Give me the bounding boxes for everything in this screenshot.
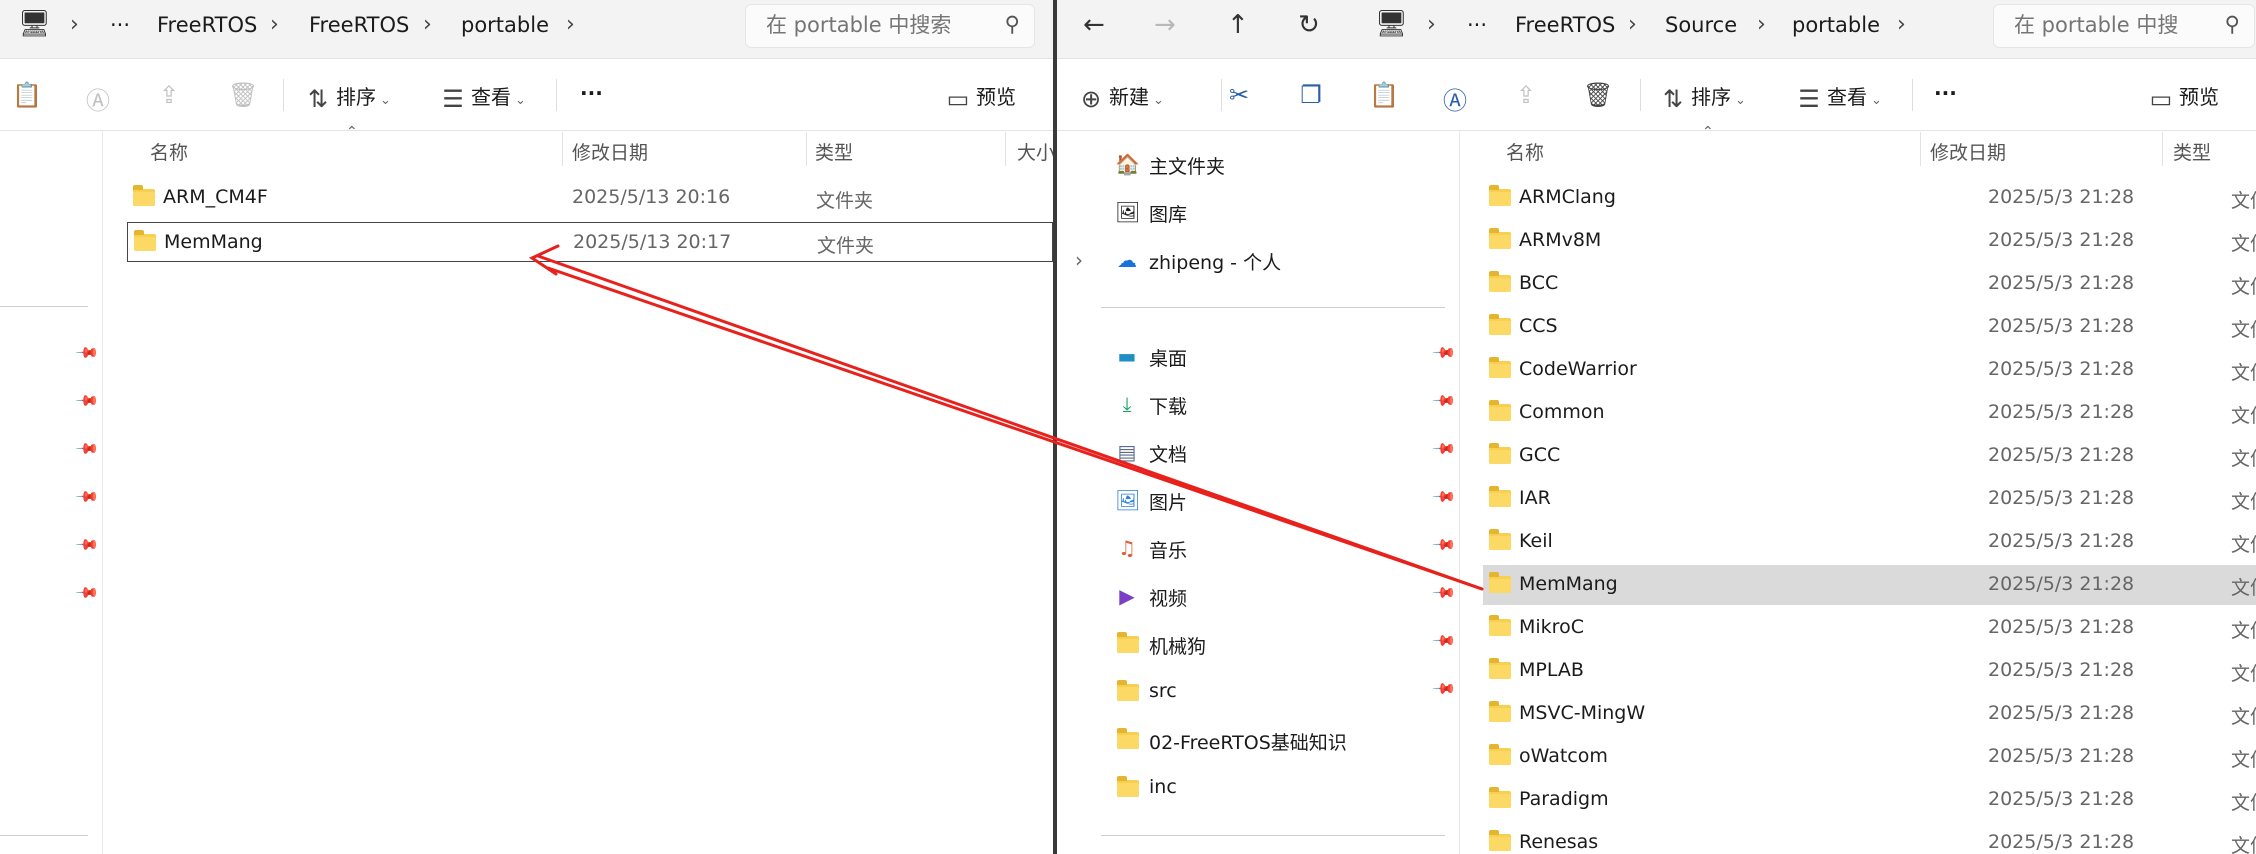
arrow-line-lower [546, 266, 1484, 591]
drag-annotation-arrow [528, 244, 1484, 591]
